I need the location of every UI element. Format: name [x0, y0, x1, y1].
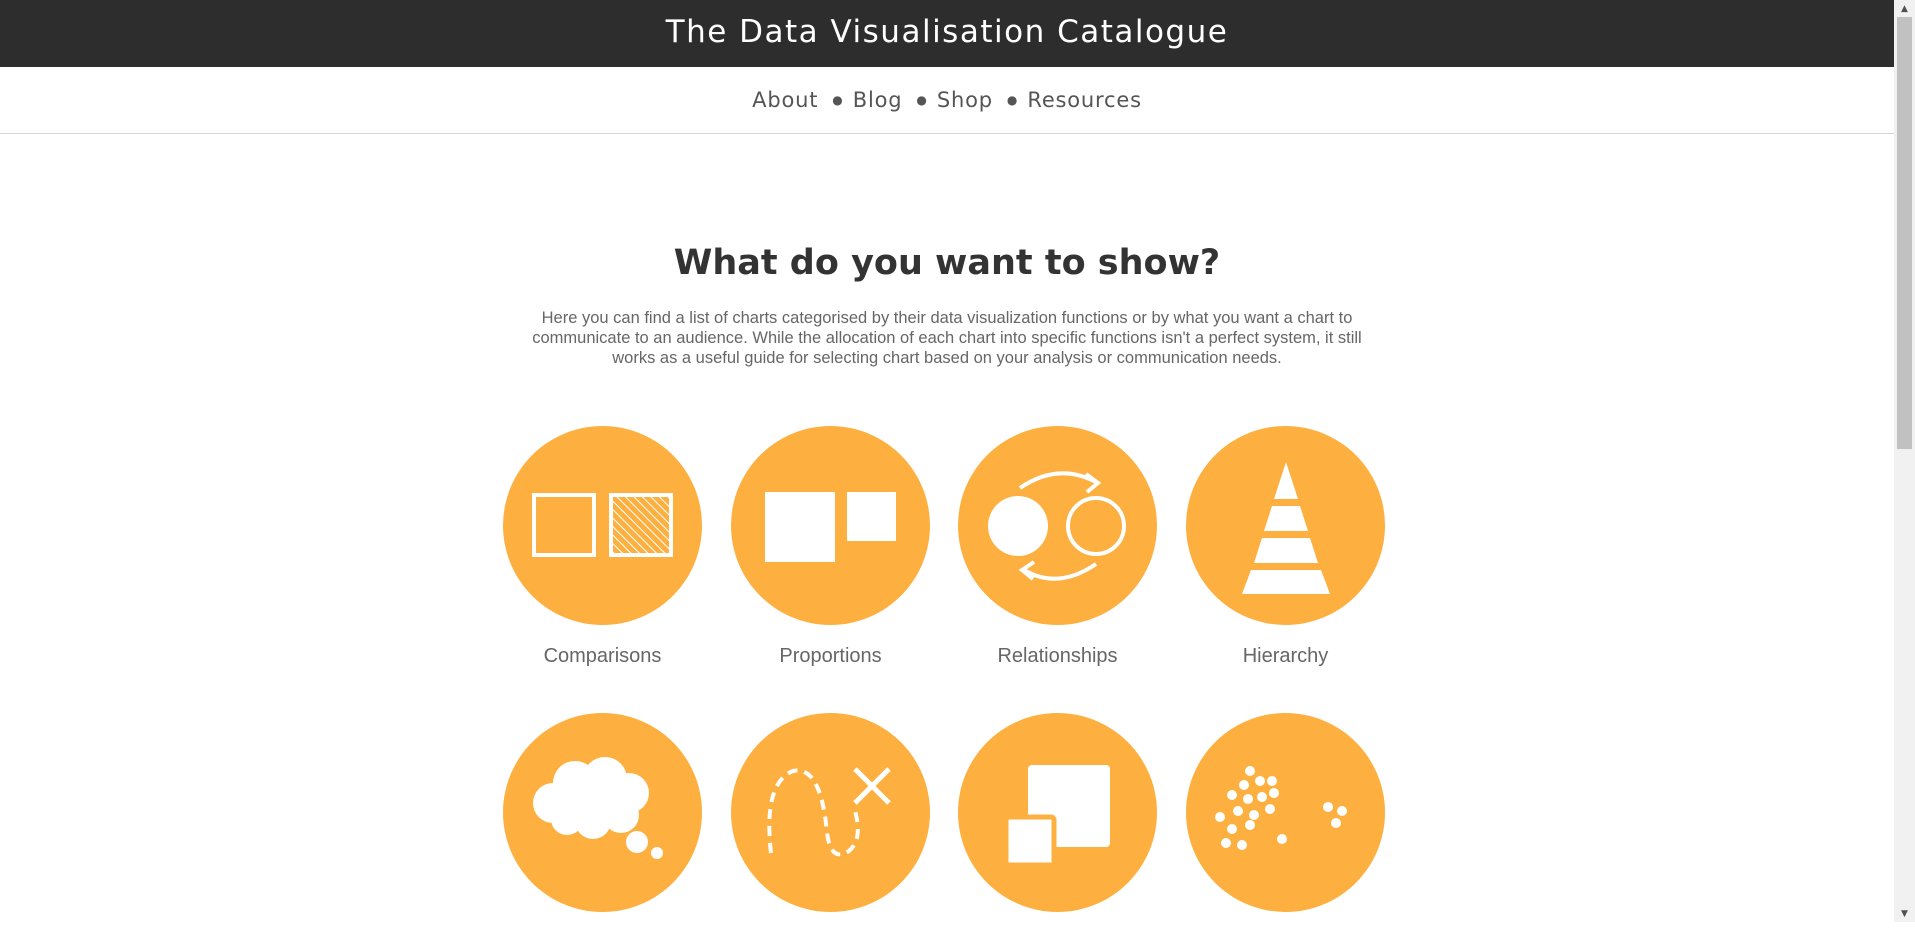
page-heading: What do you want to show?: [673, 243, 1221, 283]
vertical-scrollbar[interactable]: ▲ ▼: [1894, 0, 1915, 922]
scrollbar-thumb[interactable]: [1897, 17, 1912, 449]
nav-blog[interactable]: Blog: [853, 88, 903, 112]
nav-separator: ●: [1006, 93, 1018, 107]
category-hierarchy[interactable]: Hierarchy: [1186, 426, 1386, 668]
category-distribution[interactable]: [1186, 713, 1386, 932]
category-part-to-whole[interactable]: [958, 713, 1158, 932]
pyramid-icon: [1186, 426, 1385, 625]
intro-text: Here you can find a list of charts categ…: [532, 309, 1362, 367]
category-movement[interactable]: [731, 713, 931, 932]
scroll-down-icon[interactable]: ▼: [1894, 905, 1915, 922]
dot-clusters-icon: [1186, 713, 1385, 912]
comparison-squares-icon: [503, 426, 702, 625]
overlapping-squares-icon: [958, 713, 1157, 912]
scroll-up-icon[interactable]: ▲: [1894, 0, 1915, 17]
dashed-path-x-icon: [731, 713, 930, 912]
site-header: The Data Visualisation Catalogue: [0, 0, 1894, 67]
site-title-link[interactable]: The Data Visualisation Catalogue: [666, 14, 1229, 50]
nav-resources[interactable]: Resources: [1027, 88, 1141, 112]
main-nav: About ● Blog ● Shop ● Resources: [0, 67, 1894, 134]
thought-cloud-icon: [503, 713, 702, 912]
category-relationships[interactable]: Relationships: [958, 426, 1158, 668]
category-label: Comparisons: [543, 645, 662, 667]
nav-about[interactable]: About: [752, 88, 818, 112]
category-label: Hierarchy: [1242, 645, 1329, 667]
category-label: Relationships: [997, 645, 1118, 667]
category-label: Proportions: [779, 645, 882, 667]
category-concepts[interactable]: [503, 713, 703, 932]
category-proportions[interactable]: Proportions: [731, 426, 931, 668]
category-comparisons[interactable]: Comparisons: [503, 426, 703, 668]
nav-separator: ●: [916, 93, 927, 107]
nav-shop[interactable]: Shop: [937, 88, 993, 112]
nav-separator: ●: [832, 93, 843, 107]
relationship-circles-icon: [958, 426, 1157, 625]
proportion-squares-icon: [731, 426, 930, 625]
